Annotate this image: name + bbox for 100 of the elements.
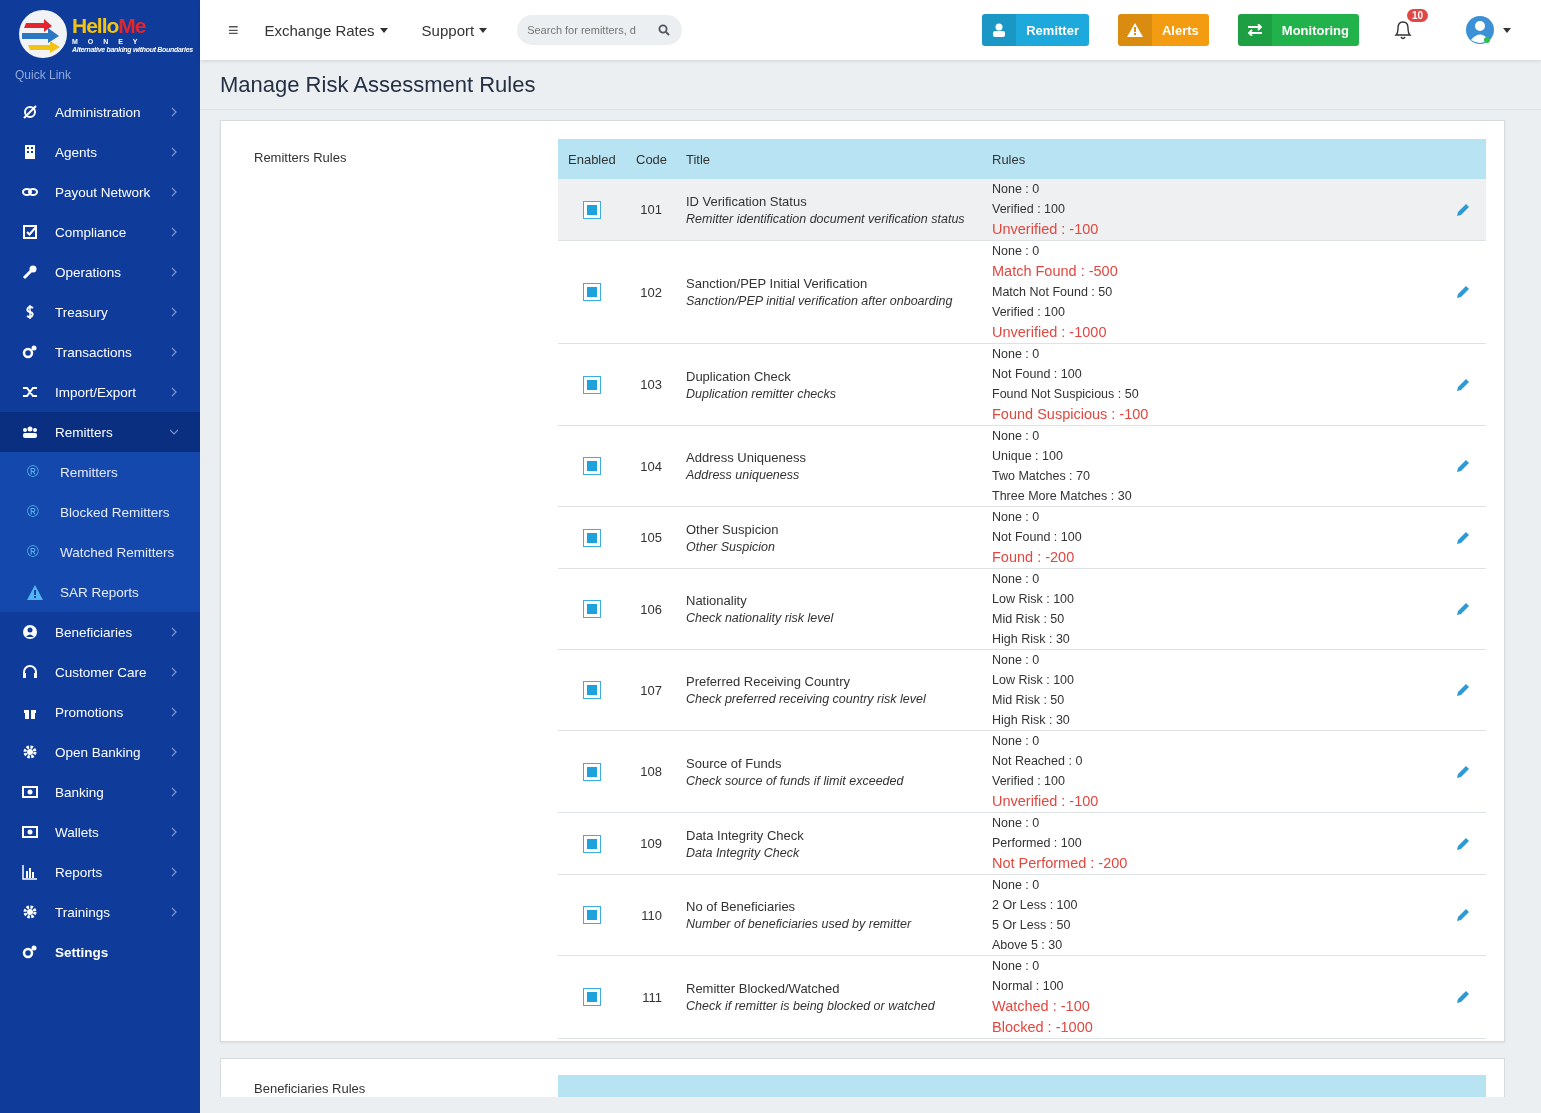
wrench-icon (22, 264, 38, 280)
pencil-icon[interactable] (1455, 459, 1470, 473)
building-icon (22, 144, 38, 160)
pencil-icon[interactable] (1455, 530, 1470, 545)
rule-description: Remitter identification document verification status (686, 211, 966, 226)
checkbox[interactable] (583, 762, 601, 781)
rule-score: Mid Risk : 50 (992, 611, 1066, 628)
rule-score: Match Not Found : 50 (992, 284, 1114, 301)
checkbox[interactable] (583, 681, 601, 699)
checkbox[interactable] (583, 988, 601, 1006)
sidebar-item[interactable]: Transactions (0, 332, 200, 372)
code-cell-text: 104 (639, 458, 663, 474)
rule-title: Sanction/PEP Initial Verification (686, 276, 869, 291)
sidebar-item[interactable]: Open Banking (0, 732, 200, 772)
rule-score: Watched : -100 (992, 997, 1091, 1016)
sidebar-item[interactable]: Settings (0, 932, 200, 972)
chevron-right-icon (170, 307, 178, 317)
pencil-icon[interactable] (1455, 202, 1470, 217)
checkbox[interactable] (583, 528, 601, 547)
sidebar-item[interactable]: Import/Export (0, 372, 200, 412)
rule-score: Blocked : -1000 (992, 1018, 1094, 1037)
pencil-icon[interactable] (1455, 602, 1470, 616)
checkbox[interactable] (583, 600, 601, 618)
rule-description: Check nationality risk level (686, 611, 835, 625)
rule-score: High Risk : 30 (992, 631, 1071, 648)
pencil-icon[interactable] (1455, 377, 1470, 392)
sidebar-item[interactable]: Remitters (0, 412, 200, 452)
users-icon (22, 424, 38, 440)
menu-icon[interactable]: ≡ (228, 19, 239, 41)
code-cell-text: 106 (639, 601, 663, 617)
sidebar-item[interactable]: Treasury (0, 292, 200, 332)
bell-icon[interactable] (1393, 19, 1413, 41)
search-field[interactable]: Search for remitters, d (517, 15, 683, 45)
rule-score: Verified : 100 (992, 304, 1066, 321)
sidebar-heading: Quick Link (14, 67, 73, 84)
pencil-icon[interactable] (1455, 285, 1470, 299)
column-header: Rules (992, 151, 1027, 167)
sidebar-subitem[interactable]: SAR Reports (0, 572, 200, 612)
sidebar-subitem[interactable]: ® Watched Remitters (0, 532, 200, 572)
pencil-icon[interactable] (1455, 908, 1470, 922)
table-row[interactable]: 101 ID Verification Status Remitter identification document verification status None : 0 Verified : 100 Unverified : -100 (558, 179, 1486, 241)
pencil-icon[interactable] (1455, 836, 1470, 851)
sidebar-item[interactable]: Compliance (0, 212, 200, 252)
gear-icon (22, 904, 38, 920)
rule-description: Other Suspicion (686, 539, 776, 554)
sidebar-subitem[interactable]: ® Blocked Remitters (0, 492, 200, 532)
sidebar-item[interactable]: Reports (0, 852, 200, 892)
rule-description: Data Integrity Check (686, 845, 801, 860)
sidebar-item[interactable]: Beneficiaries (0, 612, 200, 652)
dropdown-menu[interactable]: Exchange Rates (264, 21, 388, 39)
rule-score: Above 5 : 30 (992, 937, 1064, 954)
section-label: Remitters Rules (254, 149, 348, 167)
gear-icon (22, 744, 38, 760)
sidebar-subitem[interactable]: ® Remitters (0, 452, 200, 492)
sidebar-item[interactable]: Agents (0, 132, 200, 172)
rule-title: Remitter Blocked/Watched (686, 981, 841, 996)
code-cell-text: 102 (639, 284, 663, 300)
rule-title: Duplication Check (686, 368, 792, 384)
rule-title: Other Suspicion (686, 521, 780, 537)
rule-description: Number of beneficiaries used by remitter (686, 917, 913, 931)
rule-score: None : 0 (992, 428, 1041, 445)
checkbox[interactable] (583, 906, 601, 924)
rule-title: Nationality (686, 593, 748, 608)
sidebar-item[interactable]: Trainings (0, 892, 200, 932)
pencil-icon[interactable] (1455, 764, 1470, 779)
search-icon[interactable] (658, 24, 671, 36)
checkbox[interactable] (583, 375, 601, 394)
rule-score: 2 Or Less : 100 (992, 897, 1079, 914)
sidebar-item[interactable]: Wallets (0, 812, 200, 852)
pencil-icon[interactable] (1455, 683, 1470, 697)
banknote-icon (22, 824, 38, 840)
dropdown-menu[interactable]: Support (421, 21, 488, 39)
sidebar-item[interactable]: Customer Care (0, 652, 200, 692)
sidebar-item[interactable]: Payout Network (0, 172, 200, 212)
chevron-right-icon (170, 227, 178, 237)
rule-description: Check if remitter is being blocked or watched (686, 999, 936, 1013)
checkbox[interactable] (583, 834, 601, 853)
rule-score: Match Found : -500 (992, 262, 1119, 281)
avatar-icon[interactable] (1465, 15, 1495, 45)
logo-icon (18, 9, 68, 59)
code-cell-text: 111 (641, 989, 663, 1005)
rule-score: Not Found : 100 (992, 366, 1083, 383)
chevron-right-icon (170, 747, 178, 757)
checkbox[interactable] (583, 457, 601, 475)
sidebar-item[interactable]: Operations (0, 252, 200, 292)
warning-icon (1127, 23, 1143, 37)
caret-icon[interactable] (1503, 27, 1511, 33)
sidebar-item[interactable]: Promotions (0, 692, 200, 732)
checkbox[interactable] (583, 200, 601, 219)
rule-title: Source of Funds (686, 755, 783, 771)
code-cell-text: 108 (639, 764, 663, 779)
sidebar-item[interactable]: Administration (0, 92, 200, 132)
user-icon (993, 23, 1006, 37)
column-header: Title (685, 151, 712, 167)
rule-score: Performed : 100 (992, 835, 1083, 852)
rule-score: Mid Risk : 50 (992, 692, 1066, 709)
checkbox[interactable] (583, 283, 601, 301)
sidebar-item[interactable]: Banking (0, 772, 200, 812)
pencil-icon[interactable] (1455, 990, 1470, 1004)
rule-score: Found : -200 (992, 548, 1076, 567)
